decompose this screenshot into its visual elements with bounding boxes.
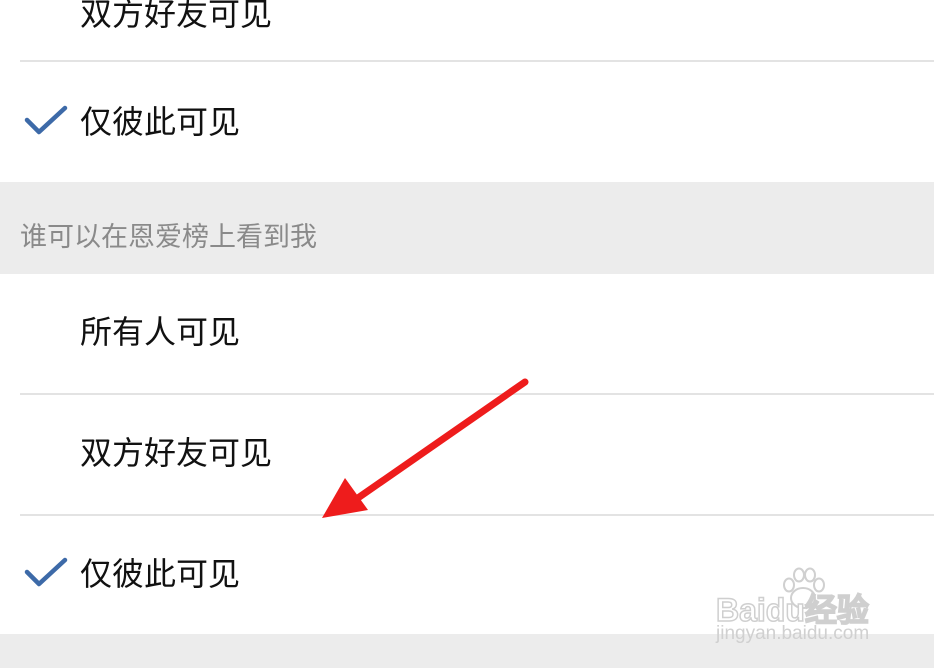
option-label: 仅彼此可见 — [80, 103, 241, 141]
option-label: 仅彼此可见 — [80, 555, 241, 593]
checkmark-icon — [24, 105, 68, 135]
option-label: 所有人可见 — [80, 313, 241, 351]
section-title: 谁可以在恩爱榜上看到我 — [20, 222, 317, 253]
privacy-settings-page: 双方好友可见 仅彼此可见 谁可以在恩爱榜上看到我 所有人可见 双方好友可见 仅彼… — [0, 0, 934, 668]
option-label: 双方好友可见 — [80, 0, 273, 33]
checkmark-icon — [24, 557, 68, 587]
option-only-each-other-top[interactable]: 仅彼此可见 — [0, 62, 934, 182]
option-mutual-friends-visible-top[interactable]: 双方好友可见 — [0, 0, 934, 60]
option-mutual-friends-visible[interactable]: 双方好友可见 — [0, 395, 934, 514]
option-only-each-other[interactable]: 仅彼此可见 — [0, 516, 934, 634]
bottom-section-spacer — [0, 634, 934, 668]
option-label: 双方好友可见 — [80, 434, 273, 472]
section-header: 谁可以在恩爱榜上看到我 — [0, 182, 934, 274]
option-everyone-visible[interactable]: 所有人可见 — [0, 274, 934, 393]
